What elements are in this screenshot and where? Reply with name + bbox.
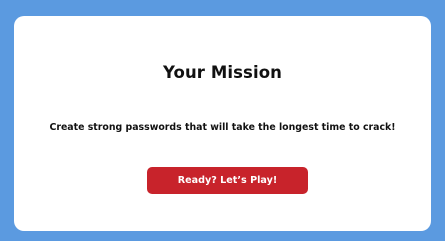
app-background: Your Mission Create strong passwords tha… bbox=[0, 0, 445, 241]
mission-title: Your Mission bbox=[162, 63, 283, 82]
play-button[interactable]: Ready? Let’s Play! bbox=[147, 167, 308, 194]
mission-card: Your Mission Create strong passwords tha… bbox=[14, 16, 431, 231]
mission-description: Create strong passwords that will take t… bbox=[49, 122, 396, 133]
